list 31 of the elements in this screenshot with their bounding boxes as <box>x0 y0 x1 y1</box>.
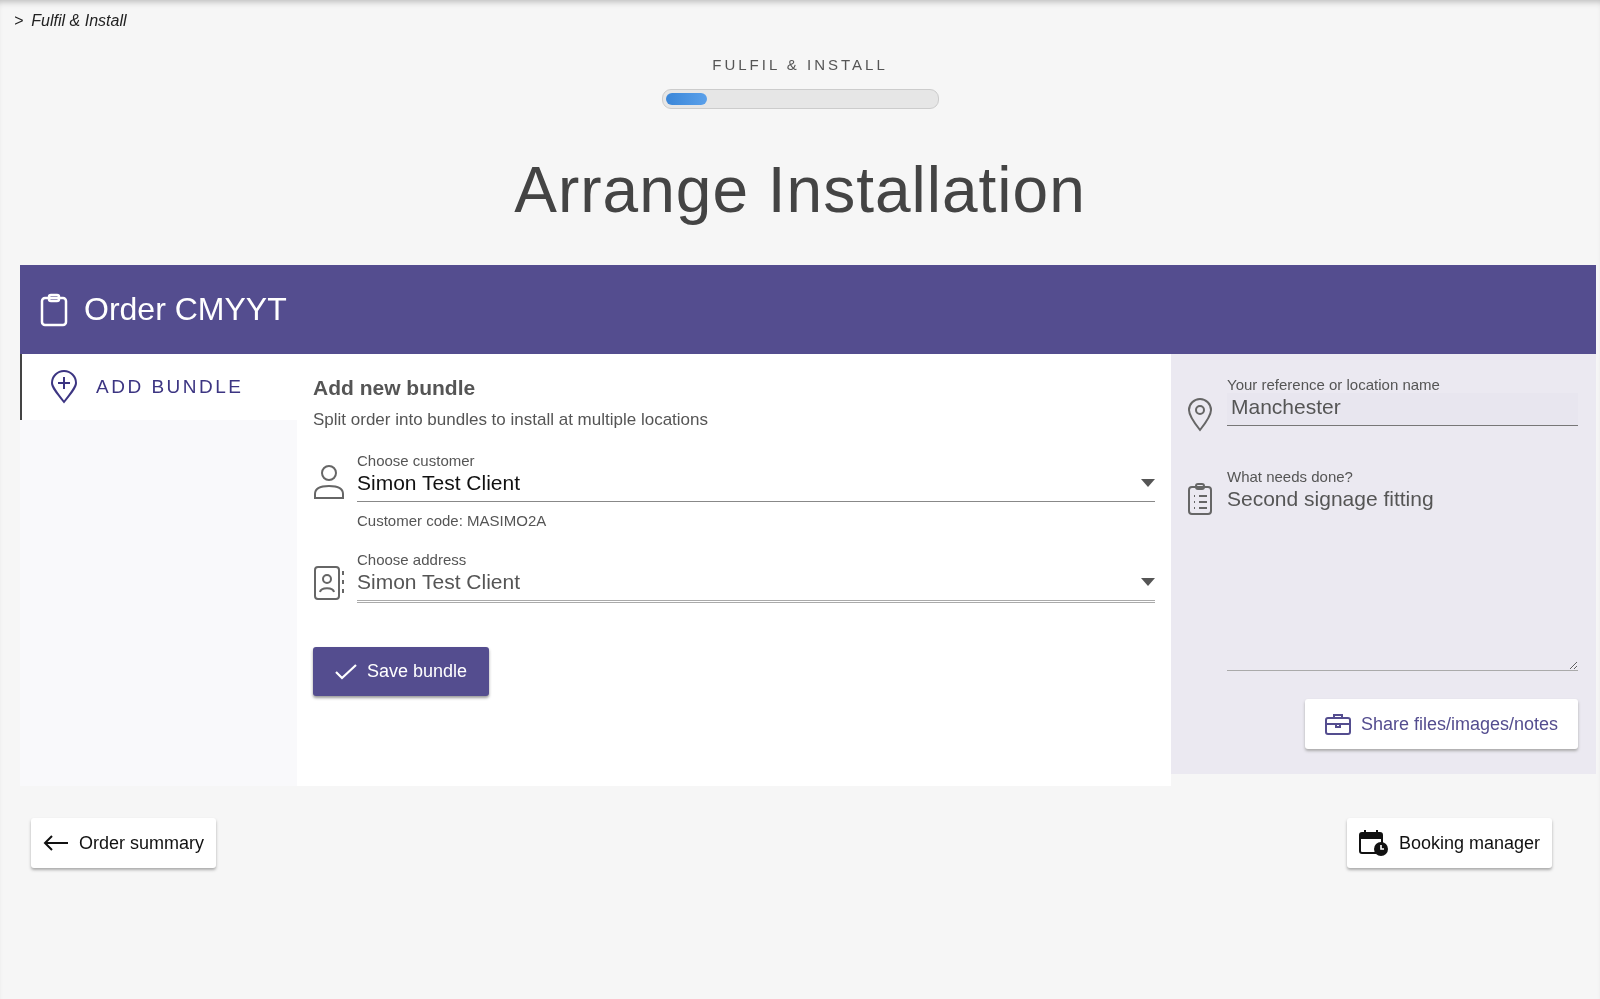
check-icon <box>335 663 357 680</box>
share-button[interactable]: Share files/images/notes <box>1304 699 1578 749</box>
person-icon <box>313 464 345 500</box>
clipboard-icon <box>40 292 68 327</box>
form-description: Split order into bundles to install at multiple locations <box>313 410 709 430</box>
order-title: Order CMYYT <box>84 291 287 328</box>
field-label: Your reference or location name <box>1227 376 1441 393</box>
breadcrumb-separator: > <box>14 12 24 30</box>
contact-card-icon <box>313 565 345 601</box>
progress-label: FULFIL & INSTALL <box>712 56 888 73</box>
save-button[interactable]: Save bundle <box>313 647 490 696</box>
dropdown-select[interactable]: Simon Test Client <box>357 469 1155 502</box>
caret-icon <box>1141 479 1155 487</box>
checklist-icon <box>1187 482 1213 516</box>
breadcrumb-current: Fulfil & Install <box>31 12 127 30</box>
customer-code: Customer code: MASIMO2A <box>357 512 548 529</box>
back-arrow-icon <box>43 835 69 851</box>
dropdown-select[interactable]: Simon Test Client <box>357 568 1155 603</box>
form-heading: Add new bundle <box>313 376 477 400</box>
page-title: Arrange Installation <box>514 153 1086 227</box>
pin-plus-icon <box>50 370 78 404</box>
field-label: What needs done? <box>1227 468 1354 485</box>
order-summary-button[interactable]: Order summary <box>31 818 216 868</box>
briefcase-icon <box>1324 713 1351 735</box>
caret-icon <box>1141 578 1155 586</box>
sidebar-tab[interactable]: ADD BUNDLE <box>20 354 297 420</box>
field-label: Choose address <box>357 551 468 568</box>
field-label: Choose customer <box>357 452 476 469</box>
location-pin-icon <box>1187 398 1213 432</box>
booking-manager-button[interactable]: Booking manager <box>1346 818 1552 868</box>
calendar-clock-icon <box>1358 829 1389 857</box>
